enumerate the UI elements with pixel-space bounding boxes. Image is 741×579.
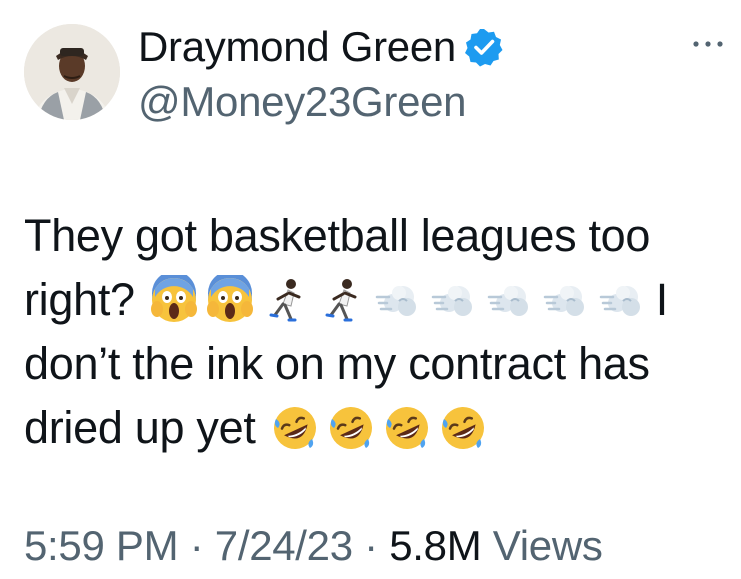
tweet-metadata: 5:59 PM · 7/24/23 · 5.8M Views bbox=[24, 520, 603, 572]
tweet-line-1: They got basketball leagues too bbox=[24, 204, 724, 268]
rolling-on-the-floor-laughing-emoji bbox=[269, 403, 320, 453]
tweet-card: Draymond Green @Money23Green They got ba… bbox=[0, 0, 741, 579]
tweet-text-line3: don’t the ink on my contract has bbox=[24, 338, 650, 389]
tweet-line-2: right? I bbox=[24, 268, 724, 332]
tweet-text-line1: They got basketball leagues too bbox=[24, 210, 651, 261]
tweet-text-line4: dried up yet bbox=[24, 402, 256, 453]
more-options-icon[interactable] bbox=[690, 30, 726, 58]
dashing-away-emoji bbox=[597, 275, 647, 325]
tweet-line-4: dried up yet bbox=[24, 396, 724, 460]
tweet-text-line2-after: I bbox=[655, 274, 669, 325]
meta-separator: · bbox=[178, 522, 215, 569]
person-running-emoji bbox=[317, 275, 367, 325]
dashing-away-emoji bbox=[485, 275, 535, 325]
author-display-name[interactable]: Draymond Green bbox=[138, 23, 456, 71]
tweet-text-line2: right? bbox=[24, 274, 135, 325]
tweet-text: They got basketball leagues too right? I… bbox=[24, 204, 724, 460]
author-handle[interactable]: @Money23Green bbox=[138, 78, 467, 126]
views-label: Views bbox=[481, 522, 603, 569]
rolling-on-the-floor-laughing-emoji bbox=[325, 403, 376, 453]
tweet-line-3: don’t the ink on my contract has bbox=[24, 332, 724, 396]
person-running-emoji bbox=[261, 275, 311, 325]
dashing-away-emoji bbox=[429, 275, 479, 325]
tweet-time[interactable]: 5:59 PM bbox=[24, 522, 179, 569]
rolling-on-the-floor-laughing-emoji bbox=[437, 403, 488, 453]
dashing-away-emoji bbox=[541, 275, 591, 325]
face-screaming-in-fear-emoji bbox=[205, 275, 255, 325]
author-avatar[interactable] bbox=[24, 24, 120, 120]
author-name-row: Draymond Green bbox=[138, 22, 504, 72]
meta-separator: · bbox=[352, 522, 390, 569]
views-count: 5.8M bbox=[389, 522, 482, 569]
face-screaming-in-fear-emoji bbox=[149, 275, 199, 325]
rolling-on-the-floor-laughing-emoji bbox=[381, 403, 432, 453]
verified-badge-icon bbox=[464, 27, 504, 67]
dashing-away-emoji bbox=[373, 275, 423, 325]
tweet-date[interactable]: 7/24/23 bbox=[215, 522, 353, 569]
